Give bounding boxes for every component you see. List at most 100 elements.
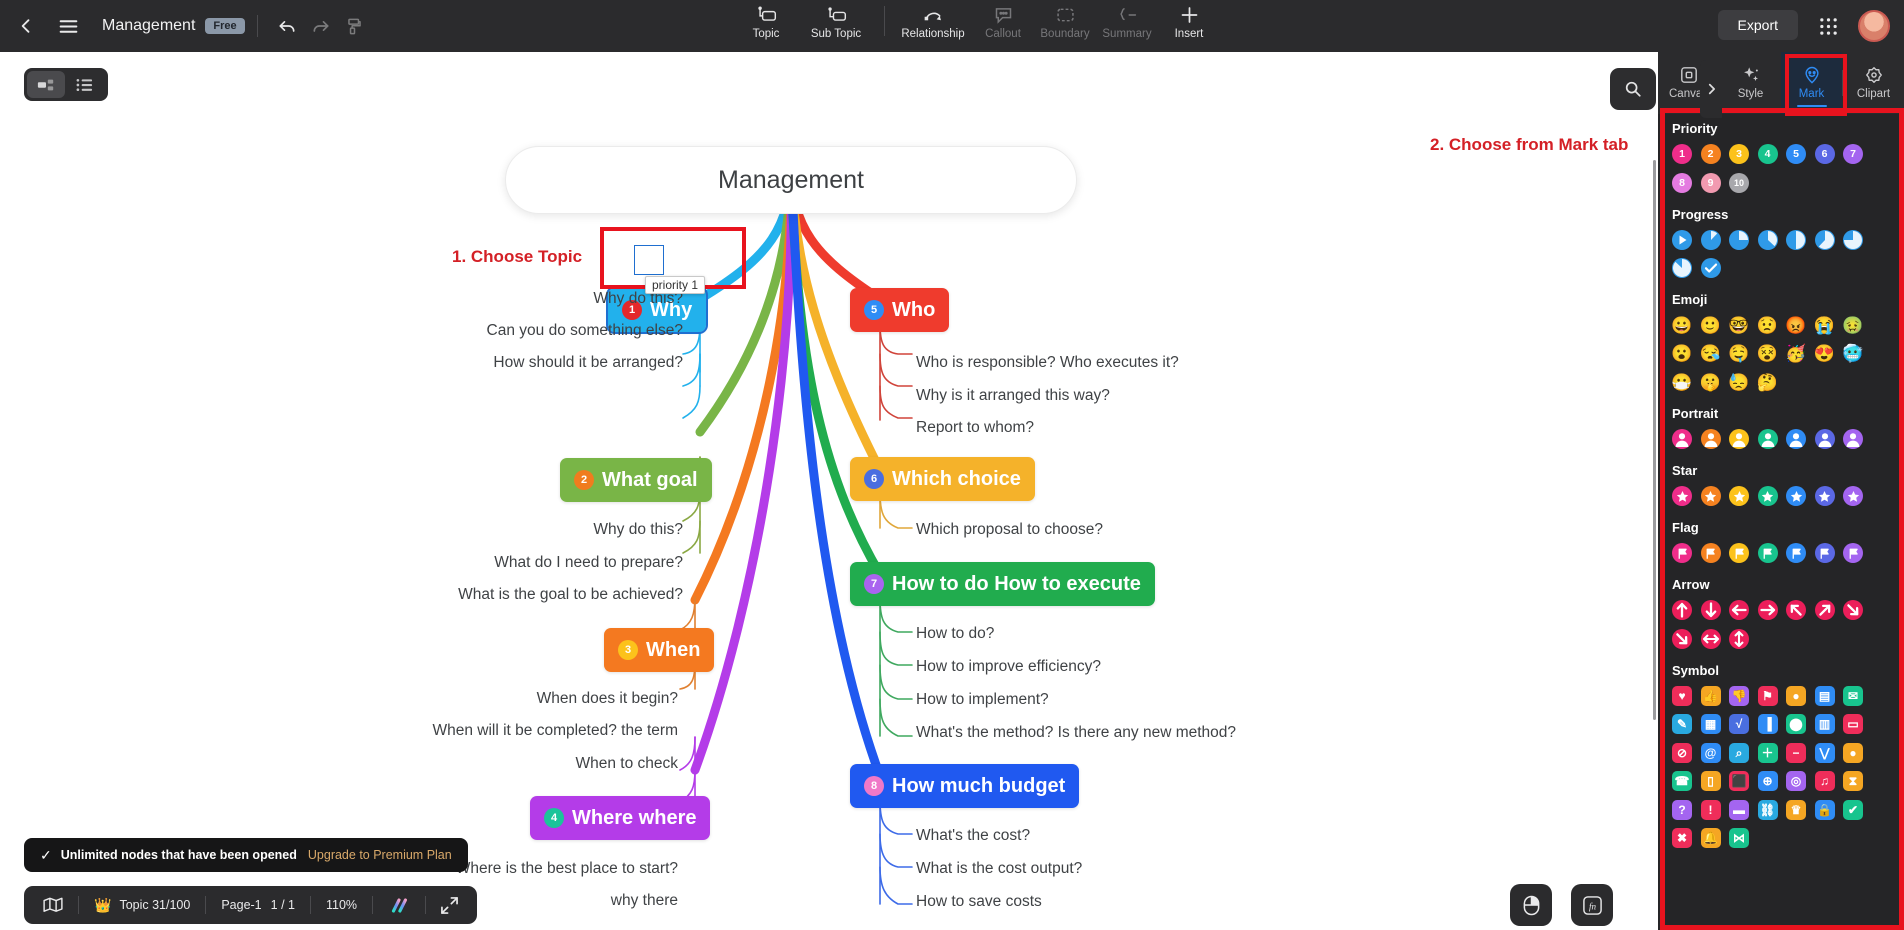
topic-count-item[interactable]: 👑 Topic 31/100 [79, 886, 205, 924]
tool-sub-topic[interactable]: Sub Topic [797, 0, 875, 40]
progress-start-icon[interactable] [1672, 229, 1692, 250]
priority-mark-1[interactable]: 1 [1672, 144, 1692, 164]
sleepy-face[interactable]: 😪 [1700, 344, 1721, 364]
mindmap-view-icon[interactable] [27, 71, 65, 98]
lock-icon[interactable]: 🔒 [1814, 799, 1835, 820]
leaf-node[interactable]: Can you do something else? [400, 322, 683, 340]
redo-button[interactable] [304, 9, 338, 43]
export-button[interactable]: Export [1717, 10, 1798, 40]
nerd-face[interactable]: 🤓 [1728, 315, 1749, 335]
arrow-up-icon[interactable] [1672, 600, 1692, 620]
format-painter-button[interactable] [338, 9, 372, 43]
forbidden-icon[interactable]: ⊘ [1672, 742, 1692, 763]
table-icon[interactable]: ▦ [1700, 714, 1721, 734]
gamepad-icon[interactable]: ▬ [1729, 799, 1749, 820]
leaf-node[interactable]: What do I need to prepare? [400, 554, 683, 572]
root-node[interactable]: Management [505, 146, 1077, 214]
heart-eyes-face[interactable]: 😍 [1814, 344, 1835, 364]
priority-mark-6[interactable]: 6 [1814, 144, 1835, 164]
check-icon[interactable]: ✔ [1843, 799, 1863, 820]
priority-mark-7[interactable]: 7 [1843, 144, 1863, 164]
leaf-node[interactable]: What's the method? Is there any new meth… [916, 724, 1236, 742]
tool-callout[interactable]: Callout [972, 0, 1034, 40]
star-mark-1[interactable] [1700, 486, 1721, 506]
flag-mark-6[interactable] [1843, 543, 1863, 563]
leaf-node[interactable]: How to save costs [916, 893, 1042, 911]
flag-mark-5[interactable] [1814, 543, 1835, 563]
priority-mark-9[interactable]: 9 [1700, 172, 1721, 193]
arrow-left-icon[interactable] [1729, 600, 1749, 620]
flag-mark-0[interactable] [1672, 543, 1692, 563]
progress-1-4-icon[interactable] [1729, 229, 1749, 250]
apps-grid-icon[interactable] [1814, 12, 1842, 40]
priority-mark-3[interactable]: 3 [1729, 144, 1749, 164]
mindmap-canvas[interactable]: Management 1 Why Why do this? Can you do… [0, 52, 1658, 930]
progress-5-8-icon[interactable] [1814, 229, 1835, 250]
document-title[interactable]: Management [102, 17, 195, 35]
fn-shortcuts-button[interactable]: fn [1571, 884, 1613, 926]
arrow-up-left-icon[interactable] [1786, 600, 1806, 620]
tool-insert[interactable]: Insert [1158, 0, 1220, 40]
bar-chart-icon[interactable]: ▐ [1757, 714, 1778, 734]
smiling-face[interactable]: 🙂 [1700, 315, 1721, 335]
trophy-icon[interactable]: ♛ [1786, 799, 1806, 820]
leaf-node[interactable]: Who is responsible? Who executes it? [916, 354, 1179, 372]
avatar[interactable] [1858, 10, 1890, 42]
formula-icon[interactable]: √ [1729, 714, 1749, 734]
portrait-mark-3[interactable] [1757, 429, 1778, 449]
progress-7-8-icon[interactable] [1672, 258, 1692, 278]
grinning-face[interactable]: 😀 [1671, 315, 1692, 335]
hourglass-icon[interactable]: ⧗ [1843, 771, 1863, 791]
thumbs-up-icon[interactable]: 👍 [1700, 685, 1721, 706]
page-selector[interactable]: Page-1 1 / 1 [206, 886, 310, 924]
leaf-node[interactable]: Why is it arranged this way? [916, 387, 1110, 405]
flag-mark-1[interactable] [1700, 543, 1721, 563]
tool-relationship[interactable]: Relationship [894, 0, 972, 40]
edit-icon[interactable]: ✎ [1672, 714, 1692, 734]
exclamation-icon[interactable]: ! [1700, 799, 1721, 820]
topic-node-how-to-do[interactable]: 7 How to do How to execute [850, 562, 1155, 606]
leaf-node[interactable]: How to implement? [916, 691, 1049, 709]
tab-mark[interactable]: Mark [1781, 52, 1842, 114]
back-button[interactable] [8, 8, 44, 44]
cross-icon[interactable]: ✖ [1672, 828, 1692, 848]
theme-button[interactable] [373, 886, 425, 924]
topic-node-where-where[interactable]: 4 Where where [530, 796, 711, 840]
users-icon[interactable]: ● [1843, 742, 1863, 763]
topic-node-which-choice[interactable]: 6 Which choice [850, 457, 1035, 501]
leaf-node[interactable]: When will it be completed? the term [360, 722, 678, 740]
portrait-mark-4[interactable] [1786, 429, 1806, 449]
fullscreen-button[interactable] [426, 886, 473, 924]
thinking-face[interactable]: 🤔 [1757, 372, 1778, 392]
worried-face[interactable]: 😟 [1757, 315, 1778, 335]
search-button[interactable] [1610, 68, 1656, 110]
leaf-node[interactable]: What's the cost? [916, 827, 1030, 845]
calendar-icon[interactable]: ▥ [1814, 714, 1835, 734]
thumbs-down-icon[interactable]: 👎 [1729, 685, 1749, 706]
topic-node-how-much-budget[interactable]: 8 How much budget [850, 764, 1080, 808]
leaf-node[interactable]: How to improve efficiency? [916, 658, 1101, 676]
location-pin-icon[interactable]: ⬤ [1786, 714, 1806, 734]
music-icon[interactable]: ♫ [1814, 771, 1835, 791]
surprised-face[interactable]: 😮 [1671, 344, 1692, 364]
topic-node-when[interactable]: 3 When [604, 628, 715, 672]
flag-mark-4[interactable] [1786, 543, 1806, 563]
email-icon[interactable]: ✉ [1843, 685, 1863, 706]
progress-1-2-icon[interactable] [1786, 229, 1806, 250]
progress-1-8-icon[interactable] [1700, 229, 1721, 250]
portrait-mark-6[interactable] [1843, 429, 1863, 449]
mouse-mode-button[interactable] [1510, 884, 1552, 926]
at-sign-icon[interactable]: @ [1700, 742, 1721, 763]
view-mode-toggle[interactable] [24, 68, 108, 101]
sweating-face[interactable]: 😓 [1728, 372, 1749, 392]
crying-face[interactable]: 😭 [1814, 315, 1835, 335]
flag-mark-2[interactable] [1729, 543, 1749, 563]
tool-boundary[interactable]: Boundary [1034, 0, 1096, 40]
chat-icon[interactable]: ▭ [1843, 714, 1863, 734]
panel-collapse-button[interactable] [1700, 60, 1722, 118]
coin-icon[interactable]: ● [1786, 685, 1806, 706]
panel-scrollbar[interactable] [1653, 160, 1656, 720]
priority-mark-2[interactable]: 2 [1700, 144, 1721, 164]
leaf-node[interactable]: How to do? [916, 625, 994, 643]
priority-mark-4[interactable]: 4 [1757, 144, 1778, 164]
